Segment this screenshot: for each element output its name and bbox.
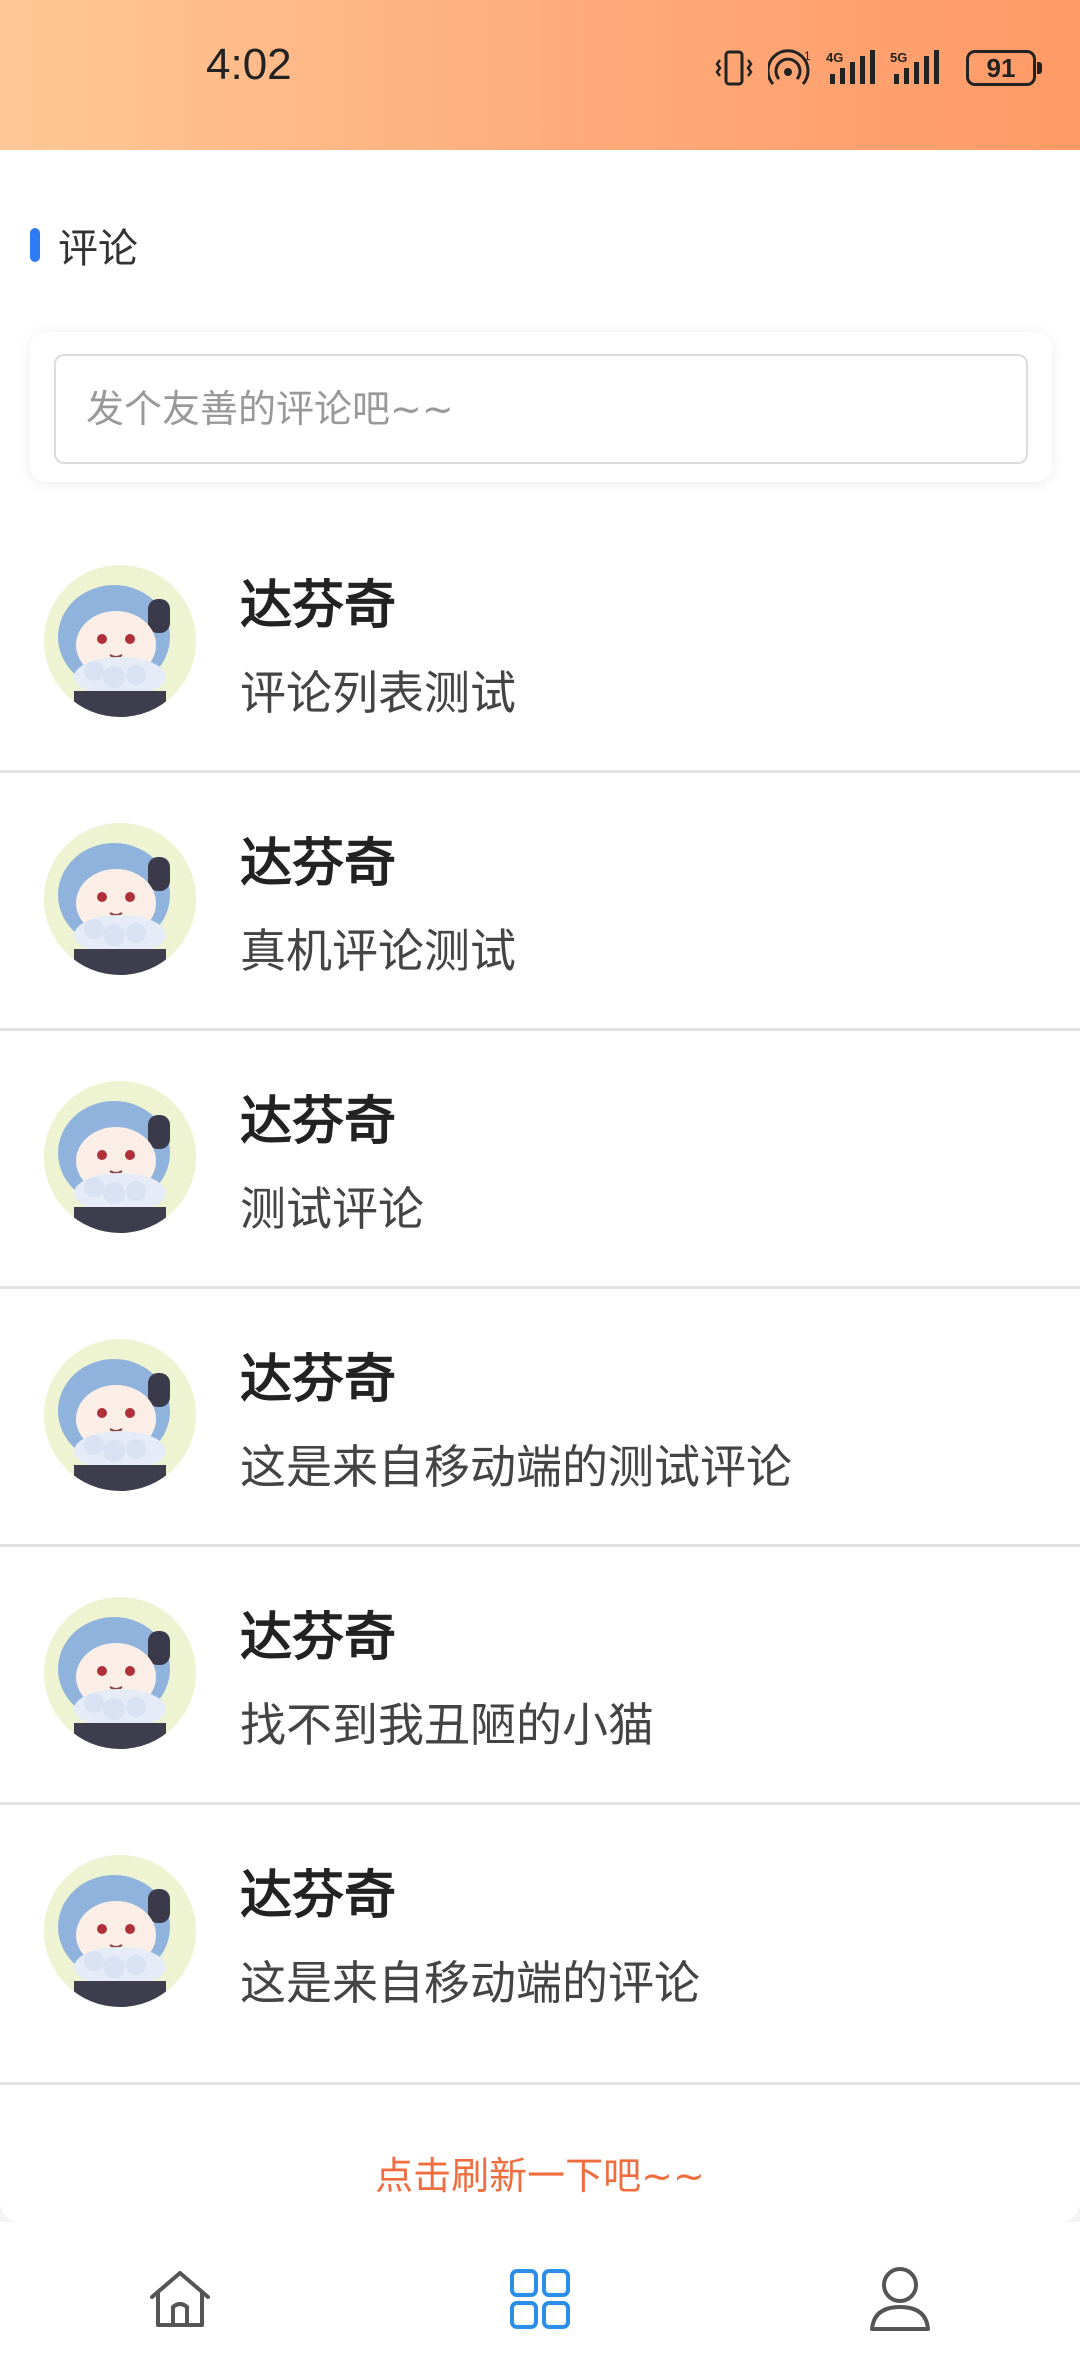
avatar[interactable] xyxy=(44,565,196,717)
comment-author: 达芬奇 xyxy=(240,1608,397,1668)
hotspot-icon: 1 xyxy=(768,49,811,85)
comment-item[interactable]: 达芬奇 真机评论测试 xyxy=(0,773,1080,1031)
page: 4:02 1 4G 5G 91 评论 发个友善的评论吧~~ 达芬奇 评论列表测试… xyxy=(0,0,1080,2376)
comment-input[interactable] xyxy=(54,354,1028,464)
comment-section: 评论 发个友善的评论吧~~ 达芬奇 评论列表测试 达芬奇 真机评论测试 达芬奇 … xyxy=(0,150,1080,2222)
comment-text: 测试评论 xyxy=(240,1182,424,1236)
comment-item[interactable]: 达芬奇 找不到我丑陋的小猫 xyxy=(0,1547,1080,1805)
svg-text:1: 1 xyxy=(804,49,811,63)
tab-profile[interactable] xyxy=(840,2239,960,2359)
avatar-image xyxy=(44,565,196,717)
comment-item[interactable]: 达芬奇 测试评论 xyxy=(0,1031,1080,1289)
vibrate-icon xyxy=(715,50,753,86)
tab-bar xyxy=(0,2222,1080,2376)
signal-4g-icon: 4G xyxy=(826,50,875,84)
comment-text: 评论列表测试 xyxy=(240,666,516,720)
avatar-image xyxy=(44,1855,196,2007)
comment-list: 达芬奇 评论列表测试 达芬奇 真机评论测试 达芬奇 测试评论 达芬奇 这是来自移… xyxy=(0,515,1080,2085)
avatar[interactable] xyxy=(44,1855,196,2007)
avatar-image xyxy=(44,1597,196,1749)
comment-author: 达芬奇 xyxy=(240,1350,397,1410)
section-title: 评论 xyxy=(58,226,138,272)
comment-item[interactable]: 达芬奇 这是来自移动端的测试评论 xyxy=(0,1289,1080,1547)
svg-text:4G: 4G xyxy=(826,50,843,65)
svg-text:5G: 5G xyxy=(890,50,907,65)
signal-5g-icon: 5G xyxy=(890,50,939,84)
avatar-image xyxy=(44,823,196,975)
section-accent-bar xyxy=(30,228,40,262)
tab-category[interactable] xyxy=(480,2239,600,2359)
avatar[interactable] xyxy=(44,1597,196,1749)
status-time: 4:02 xyxy=(206,40,292,89)
battery-icon: 91 xyxy=(966,50,1042,86)
comment-author: 达芬奇 xyxy=(240,576,397,636)
comment-input-card xyxy=(30,332,1052,482)
comment-text: 找不到我丑陋的小猫 xyxy=(240,1698,654,1752)
avatar-image xyxy=(44,1081,196,1233)
user-icon xyxy=(870,2267,930,2331)
avatar[interactable] xyxy=(44,823,196,975)
comment-text: 这是来自移动端的测试评论 xyxy=(240,1440,792,1494)
avatar[interactable] xyxy=(44,1339,196,1491)
section-header: 评论 xyxy=(30,220,138,272)
status-bar: 4:02 1 4G 5G 91 xyxy=(0,0,1080,150)
grid-icon xyxy=(510,2269,570,2329)
comment-author: 达芬奇 xyxy=(240,1092,397,1152)
comment-author: 达芬奇 xyxy=(240,834,397,894)
avatar-image xyxy=(44,1339,196,1491)
comment-item[interactable]: 达芬奇 评论列表测试 xyxy=(0,515,1080,773)
tab-home[interactable] xyxy=(120,2239,240,2359)
battery-level: 91 xyxy=(986,52,1016,83)
status-icons: 1 4G 5G 91 xyxy=(714,44,1042,92)
refresh-link[interactable]: 点击刷新一下吧~~ xyxy=(0,2145,1080,2200)
comment-text: 这是来自移动端的评论 xyxy=(240,1956,700,2010)
comment-text: 真机评论测试 xyxy=(240,924,516,978)
home-icon xyxy=(150,2271,210,2327)
avatar[interactable] xyxy=(44,1081,196,1233)
comment-author: 达芬奇 xyxy=(240,1866,397,1926)
comment-item[interactable]: 达芬奇 这是来自移动端的评论 xyxy=(0,1805,1080,2085)
